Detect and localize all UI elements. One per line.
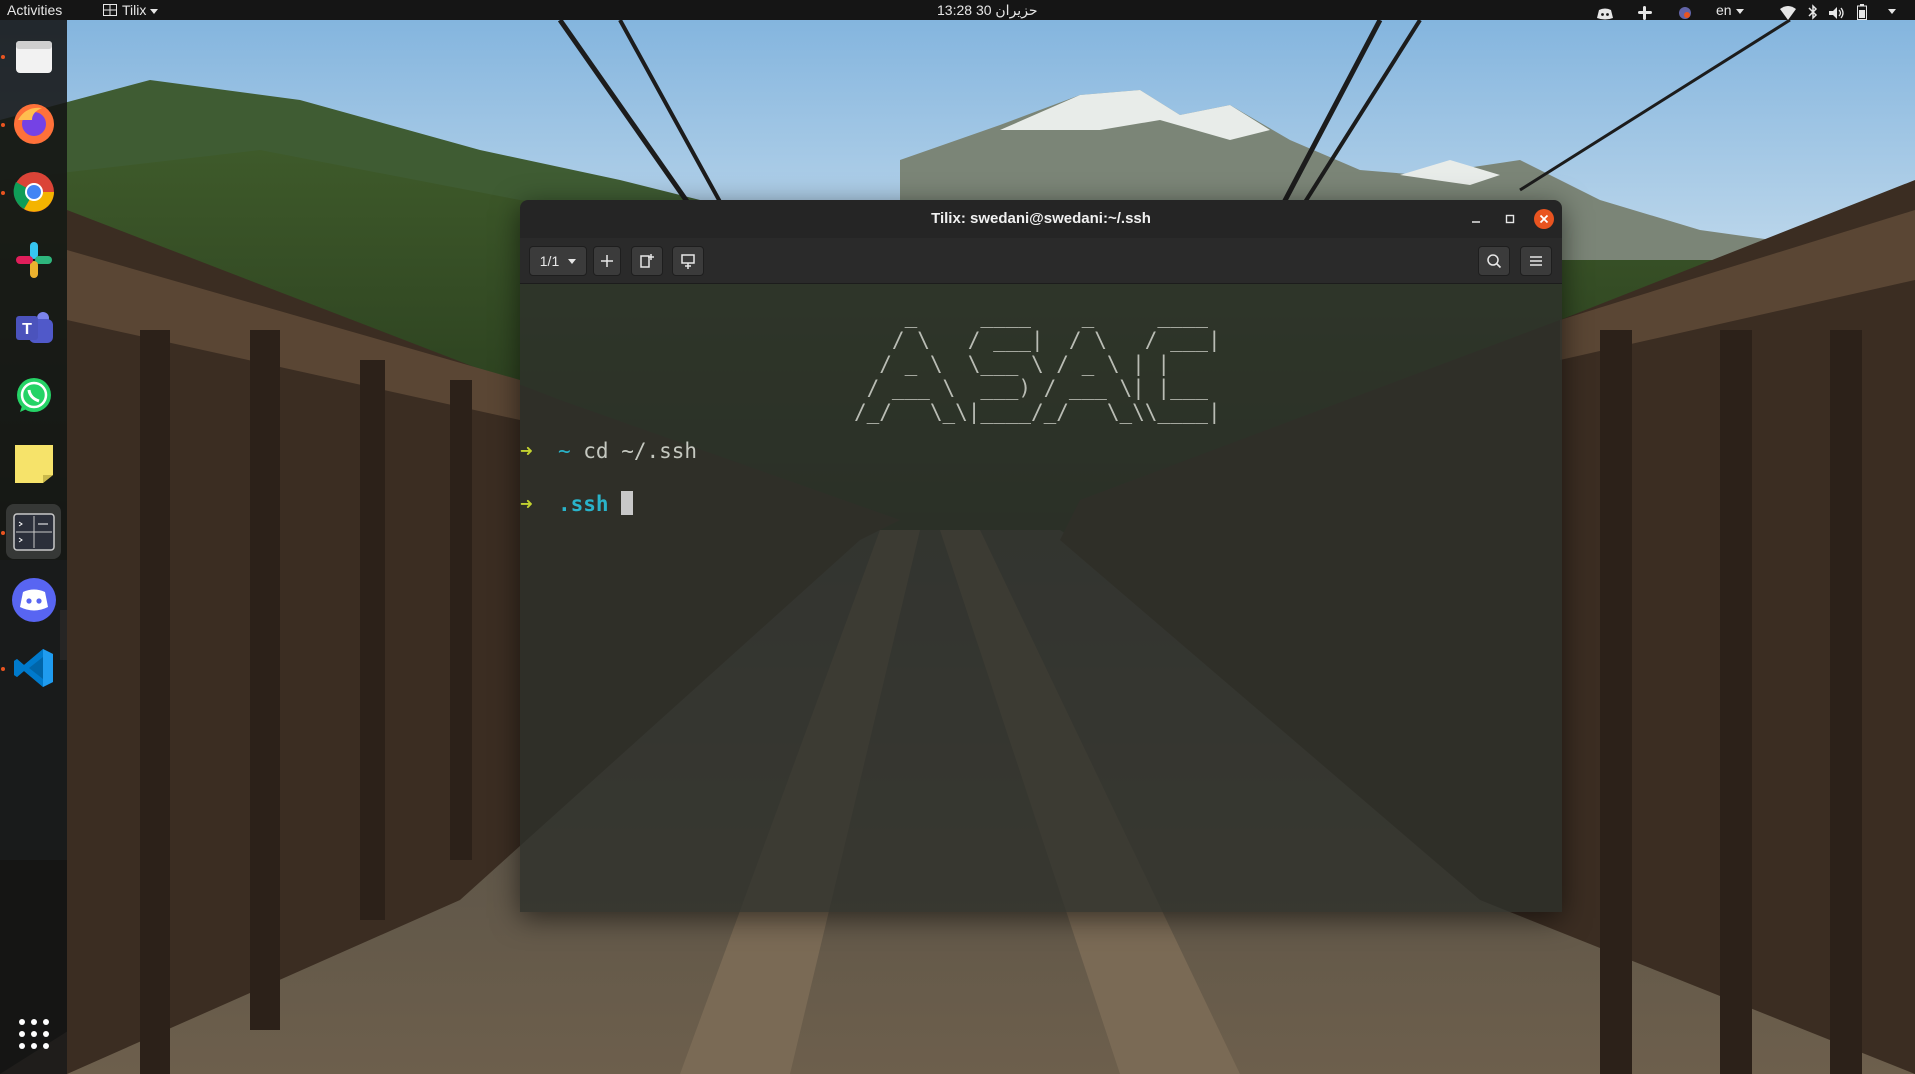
tilix-window: Tilix: swedani@swedani:~/.ssh 1/1 _ ____… [520,200,1562,912]
discord-icon [11,577,56,622]
terminal-area[interactable]: _ ____ _ ____ / \ / ___| / \ / ___| / _ … [520,284,1562,912]
maximize-icon [1505,214,1515,224]
tilix-toolbar: 1/1 [520,238,1562,284]
close-button[interactable] [1534,209,1554,229]
split-down-icon [681,254,695,269]
prompt-arrow: ➜ [520,439,533,463]
prompt-arrow: ➜ [520,492,533,516]
chevron-down-icon [150,8,159,14]
volume-icon[interactable] [1829,3,1845,23]
dock-item-chrome[interactable] [6,164,61,219]
dock-item-vscode[interactable] [6,640,61,695]
terminal-icon [12,512,55,551]
dock-item-discord[interactable] [6,572,61,627]
maximize-button[interactable] [1500,209,1520,229]
app-menu[interactable]: Tilix [103,0,159,20]
split-down-button[interactable] [672,246,704,276]
add-session-button[interactable] [593,246,621,276]
app-menu-icon [103,4,117,16]
top-panel: Activities Tilix 13:28 حزيران 30 en [0,0,1915,20]
prompt-dir: ~ [557,439,571,463]
chrome-icon [13,171,54,212]
dock-item-slack[interactable] [6,232,61,287]
ascii-banner-line: / ___ \ ___) / ___ \| |___ [854,376,1209,400]
prompt-dir: .ssh [557,492,609,516]
terminal-line: ➜ ~ cd ~/.ssh [520,439,697,463]
system-menu[interactable] [1884,0,1896,20]
split-right-icon [640,254,654,268]
dock-item-firefox[interactable] [6,96,61,151]
show-applications-button[interactable] [6,1006,61,1061]
search-button[interactable] [1478,246,1510,276]
wifi-icon[interactable] [1780,3,1796,23]
ascii-banner-line: / \ / ___| / \ / ___| [854,328,1221,352]
grid-icon [18,1018,49,1049]
session-selector[interactable]: 1/1 [529,246,587,276]
running-indicator [1,191,5,195]
menu-button[interactable] [1520,246,1552,276]
slack-icon [15,241,52,278]
command-text: cd ~/.ssh [583,439,698,463]
language-label: en [1716,2,1732,18]
whatsapp-icon [16,377,51,412]
app-menu-label: Tilix [122,2,147,18]
files-icon [15,40,52,73]
sticky-notes-icon [14,444,53,483]
chevron-down-icon [1735,8,1744,14]
plus-icon [601,255,613,267]
text-cursor [621,491,634,515]
dock-item-notes[interactable] [6,436,61,491]
dock-item-whatsapp[interactable] [6,368,61,423]
terminal-line: ➜ .ssh [520,491,634,516]
activities-button[interactable]: Activities [7,0,62,20]
svg-text:T: T [22,321,32,338]
ascii-banner: _ ____ _ ____ / \ / ___| / \ / ___| / _ … [854,304,1221,424]
slack-tray-icon[interactable] [1638,3,1652,23]
discord-tray-icon[interactable] [1597,4,1613,24]
running-indicator [1,531,5,535]
session-selector-label: 1/1 [539,253,560,269]
minimize-icon [1472,221,1480,223]
dock-item-teams[interactable]: T [6,300,61,355]
window-title: Tilix: swedani@swedani:~/.ssh [931,210,1151,227]
close-icon [1534,209,1554,229]
clock[interactable]: 13:28 حزيران 30 [937,0,1038,20]
minimize-button[interactable] [1466,209,1486,229]
search-icon [1487,254,1502,269]
ascii-banner-line: /_/ \_\|____/_/ \_\\____| [854,400,1221,424]
firefox-icon [13,103,54,144]
chevron-down-icon [568,258,577,264]
battery-icon[interactable] [1857,2,1867,22]
teams-tray-icon[interactable] [1678,3,1692,23]
teams-icon: T [15,311,53,343]
ascii-banner-line: _ ____ _ ____ [854,304,1209,328]
hamburger-icon [1530,256,1542,266]
split-right-button[interactable] [631,246,663,276]
vscode-icon [13,648,53,687]
bluetooth-icon[interactable] [1808,2,1818,22]
running-indicator [1,667,5,671]
language-indicator[interactable]: en [1716,0,1744,20]
running-indicator [1,55,5,59]
chevron-down-icon [1888,8,1896,14]
ascii-banner-line: / _ \ \___ \ / _ \ | | [854,352,1171,376]
running-indicator [1,123,5,127]
window-titlebar[interactable]: Tilix: swedani@swedani:~/.ssh [520,200,1562,238]
dock-item-tilix[interactable] [6,504,61,559]
dock-item-files[interactable] [6,29,61,84]
dock: T [0,20,67,1074]
